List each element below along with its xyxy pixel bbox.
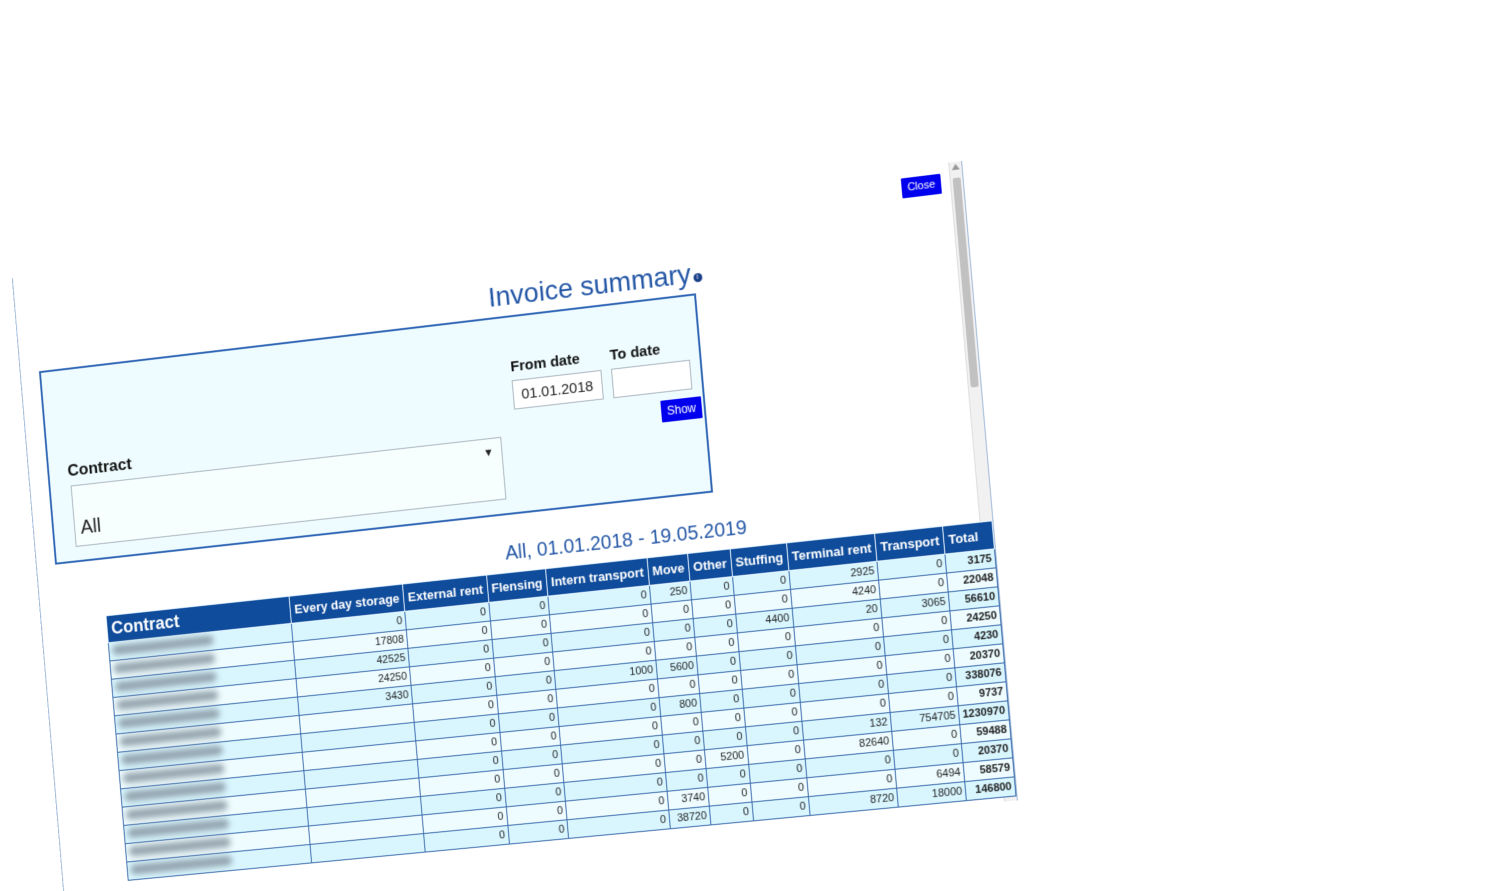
from-date-input[interactable] — [511, 369, 604, 410]
from-date-label: From date — [509, 350, 581, 376]
value-cell: 0 — [709, 802, 754, 825]
dialog-panel: Close Invoice summary i Contract ▼ All Fr… — [11, 160, 1018, 891]
dropdown-arrow-icon: ▼ — [482, 446, 495, 460]
to-date-label: To date — [609, 341, 661, 364]
scroll-up-icon[interactable] — [951, 163, 960, 171]
info-icon[interactable]: i — [692, 272, 703, 283]
invoice-summary-table: Contract Every day storage External rent… — [106, 520, 1017, 881]
show-button[interactable]: Show — [660, 396, 703, 423]
value-cell: 38720 — [668, 806, 711, 829]
close-button[interactable]: Close — [900, 173, 942, 199]
value-cell: 0 — [751, 796, 810, 821]
scroll-thumb[interactable] — [952, 177, 979, 388]
table-body: 0 0 0 0 250 0 0 2925 0 3175 17808 0 0 0 0 0 0 4240 0 22048 4… — [108, 548, 1016, 881]
contract-select-value: All — [79, 515, 102, 539]
total-cell: 146800 — [964, 776, 1016, 801]
to-date-input[interactable] — [610, 359, 693, 399]
contract-label: Contract — [66, 454, 133, 481]
column-header-move[interactable]: Move — [646, 553, 690, 586]
invoice-summary-screen: Close Invoice summary i Contract ▼ All Fr… — [11, 160, 1026, 891]
contract-select[interactable]: ▼ All — [70, 436, 507, 547]
filter-form: Contract ▼ All From date To date Show — [38, 293, 714, 565]
